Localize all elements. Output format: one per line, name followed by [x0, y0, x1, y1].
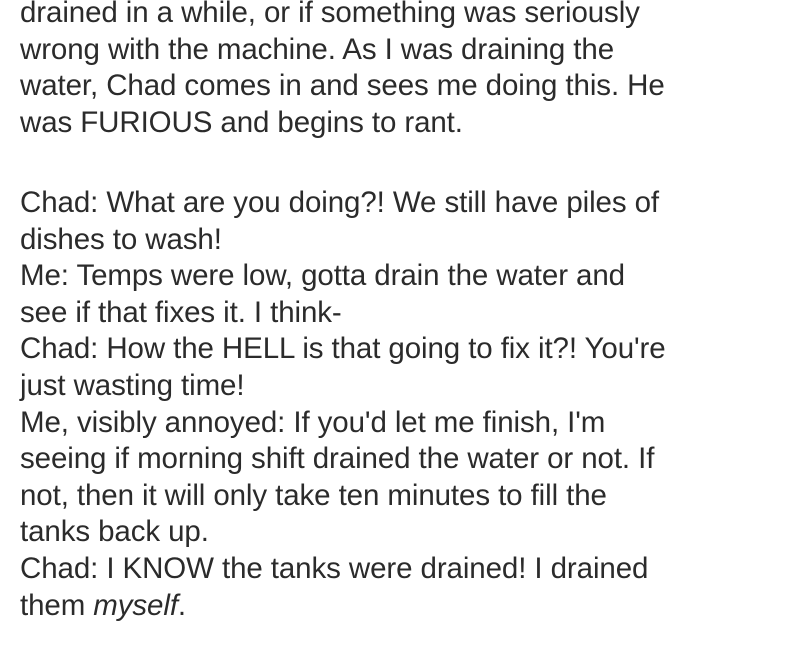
post-page: drained in a while, or if something was … — [0, 0, 800, 662]
emphasis-text: myself — [93, 588, 178, 622]
text-line: see if that fixes it. I think- — [20, 295, 342, 329]
text-line: dishes to wash! — [20, 222, 222, 256]
text-line: Me, visibly annoyed: If you'd let me fin… — [20, 405, 606, 439]
text-line: was FURIOUS and begins to rant. — [20, 105, 463, 139]
text-segment: them — [20, 588, 94, 622]
text-line: tanks back up. — [20, 515, 209, 549]
text-line: not, then it will only take ten minutes … — [20, 478, 607, 512]
text-line: drained in a while, or if something was … — [20, 0, 640, 29]
paragraph-dialogue: Chad: What are you doing?! We still have… — [20, 185, 795, 624]
text-line: Chad: How the HELL is that going to fix … — [20, 332, 666, 366]
text-line: Chad: I KNOW the tanks were drained! I d… — [20, 551, 649, 585]
text-line: water, Chad comes in and sees me doing t… — [20, 69, 665, 103]
text-line: wrong with the machine. As I was drainin… — [20, 32, 615, 66]
text-line: Chad: What are you doing?! We still have… — [20, 186, 659, 219]
text-line: just wasting time! — [20, 368, 245, 402]
text-line: Me: Temps were low, gotta drain the wate… — [20, 259, 625, 293]
paragraph-narration: drained in a while, or if something was … — [20, 0, 795, 141]
text-line: seeing if morning shift drained the wate… — [20, 442, 655, 476]
text-segment: . — [177, 588, 187, 622]
text-line-last: them myself. — [20, 588, 795, 625]
